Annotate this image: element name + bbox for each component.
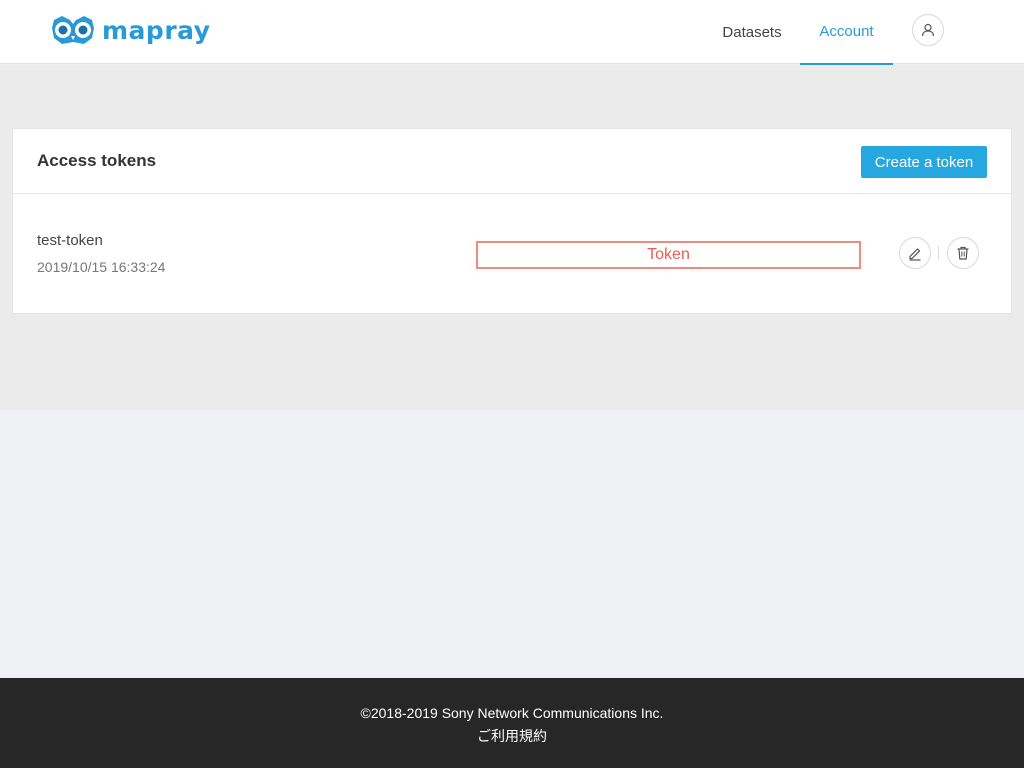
action-divider [938,246,939,260]
nav-account[interactable]: Account [800,0,893,65]
token-name: test-token [37,232,103,249]
create-token-button[interactable]: Create a token [861,146,987,178]
user-icon [921,23,935,37]
access-tokens-card: Access tokens Create a token test-token … [12,128,1012,314]
edit-token-button[interactable] [899,237,931,269]
card-title: Access tokens [37,151,157,170]
delete-token-button[interactable] [947,237,979,269]
owl-logo-icon [52,16,94,44]
copyright-text: ©2018-2019 Sony Network Communications I… [360,705,664,721]
token-created-date: 2019/10/15 16:33:24 [37,259,166,275]
user-menu-button[interactable] [912,14,944,46]
mapray-logo[interactable]: mapray [50,14,211,46]
page-footer: ©2018-2019 Sony Network Communications I… [0,678,1024,768]
top-header: mapray Datasets Account [0,0,1024,65]
trash-icon [957,246,969,260]
card-header: Access tokens Create a token [13,129,1011,194]
logo-text: mapray [102,15,211,45]
token-value-field[interactable]: Token [476,241,861,269]
nav-datasets[interactable]: Datasets [704,0,800,65]
terms-of-use-link[interactable]: ご利用規約 [0,726,1024,746]
pencil-icon [909,248,921,261]
